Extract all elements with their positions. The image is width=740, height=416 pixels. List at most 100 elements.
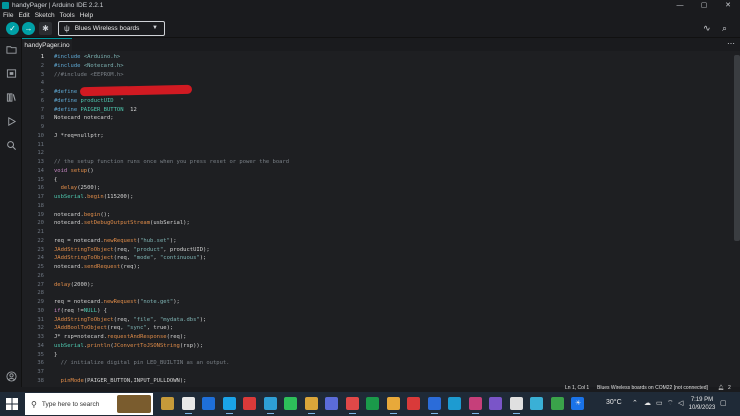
taskbar-app-icon[interactable]: [550, 397, 564, 410]
taskbar-app-icon[interactable]: [448, 397, 461, 410]
code-token: notecard.: [54, 264, 84, 270]
taskbar-app-icon[interactable]: [263, 397, 277, 414]
check-icon: ✓: [9, 24, 16, 33]
search-icon[interactable]: [5, 139, 17, 151]
code-line[interactable]: #define PAIGER_BUTTON 12: [54, 106, 724, 115]
code-line[interactable]: delay(2500);: [54, 184, 724, 193]
code-line[interactable]: notecard.setDebugOutputStream(usbSerial)…: [54, 219, 724, 228]
taskbar-app-icon[interactable]: [530, 397, 543, 410]
taskbar-app-icon[interactable]: [222, 397, 236, 414]
taskbar-app-icon[interactable]: [304, 397, 318, 414]
code-lines[interactable]: #include <Arduino.h> #include <Notecard.h…: [54, 53, 724, 386]
code-line[interactable]: [54, 202, 724, 211]
taskbar-app-icon[interactable]: [366, 397, 379, 410]
code-line[interactable]: delay(2000);: [54, 281, 724, 290]
code-line[interactable]: J *req=nullptr;: [54, 132, 724, 141]
code-line[interactable]: if(req !=NULL) {: [54, 307, 724, 316]
code-line[interactable]: }: [54, 351, 724, 360]
code-line[interactable]: notecard.sendRequest(req);: [54, 263, 724, 272]
code-line[interactable]: Notecard notecard;: [54, 114, 724, 123]
code-line[interactable]: req = notecard.newRequest("note.get");: [54, 298, 724, 307]
taskbar-app-icon[interactable]: [161, 397, 174, 410]
menu-tools[interactable]: Tools: [60, 12, 75, 19]
code-line[interactable]: [54, 141, 724, 150]
maximize-button[interactable]: ▢: [692, 0, 716, 10]
menu-help[interactable]: Help: [80, 12, 93, 19]
code-line[interactable]: #include <Notecard.h>: [54, 62, 724, 71]
tab-handypager[interactable]: handyPager.ino: [22, 38, 72, 51]
wifi-icon[interactable]: ⌔: [667, 399, 674, 408]
code-line[interactable]: JAddStringToObject(req, "mode", "continu…: [54, 254, 724, 263]
debug-sidebar-icon[interactable]: [5, 115, 17, 127]
code-line[interactable]: req = notecard.newRequest("hub.set");: [54, 237, 724, 246]
serial-monitor-icon[interactable]: ⌕: [722, 23, 727, 34]
arrow-right-icon: →: [24, 24, 33, 33]
board-port-status[interactable]: Blues Wireless boards on COM22 [not conn…: [597, 385, 708, 391]
system-clock[interactable]: 7:19 PM 10/9/2023: [687, 396, 717, 412]
code-line[interactable]: [54, 272, 724, 281]
volume-icon[interactable]: ◁: [678, 399, 683, 407]
taskbar-app-icon[interactable]: [407, 397, 420, 410]
cursor-position[interactable]: Ln 1, Col 1: [565, 385, 589, 391]
board-selector[interactable]: ψ Blues Wireless boards ▼: [58, 21, 165, 36]
code-token: JAddStringToObject: [54, 246, 114, 253]
close-button[interactable]: ✕: [716, 0, 740, 10]
code-line[interactable]: JAddBoolToObject(req, "sync", true);: [54, 324, 724, 333]
menu-edit[interactable]: Edit: [18, 12, 29, 19]
windows-start-icon[interactable]: [6, 398, 18, 410]
code-line[interactable]: notecard.begin();: [54, 211, 724, 220]
taskbar-app-icon[interactable]: [345, 397, 359, 414]
menu-sketch[interactable]: Sketch: [35, 12, 55, 19]
weather-icon[interactable]: ☀: [575, 399, 581, 407]
code-line[interactable]: usbSerial.begin(115200);: [54, 193, 724, 202]
minimize-button[interactable]: —: [668, 0, 692, 10]
boards-manager-icon[interactable]: [5, 67, 17, 79]
code-line[interactable]: [54, 289, 724, 298]
code-line[interactable]: JAddStringToObject(req, "product", produ…: [54, 246, 724, 255]
taskbar-app-icon[interactable]: [181, 397, 195, 414]
code-line[interactable]: void setup(): [54, 167, 724, 176]
code-line[interactable]: [54, 149, 724, 158]
taskbar-app-icon[interactable]: [202, 397, 215, 410]
taskbar-app-icon[interactable]: [468, 397, 482, 414]
taskbar-app-icon[interactable]: [386, 397, 400, 414]
taskbar-app-icon[interactable]: [489, 397, 502, 410]
chevron-up-icon[interactable]: ⌃: [632, 399, 638, 407]
code-line[interactable]: #define productUID ": [54, 97, 724, 106]
library-manager-icon[interactable]: [5, 91, 17, 103]
notification-bell-icon[interactable]: 🔔︎: [718, 385, 724, 391]
code-line[interactable]: //#include <EEPROM.h>: [54, 71, 724, 80]
code-line[interactable]: // initialize digital pin LED_BUILTIN as…: [54, 359, 724, 368]
folder-icon[interactable]: [5, 43, 17, 55]
verify-button[interactable]: ✓: [6, 22, 19, 35]
vertical-scrollbar[interactable]: [734, 55, 740, 241]
code-line[interactable]: [54, 368, 724, 377]
network-icon[interactable]: ▭: [656, 399, 663, 407]
ellipsis-icon[interactable]: ⋯: [727, 39, 735, 48]
code-line[interactable]: // the setup function runs once when you…: [54, 158, 724, 167]
action-center-icon[interactable]: ▢: [720, 399, 727, 407]
taskbar-search[interactable]: ⚲ Type here to search: [25, 393, 153, 415]
account-icon[interactable]: [5, 370, 17, 382]
debug-button[interactable]: ✱: [39, 22, 52, 35]
code-token: "file": [133, 316, 154, 323]
taskbar-app-icon[interactable]: [427, 397, 441, 414]
menu-file[interactable]: File: [3, 12, 13, 19]
taskbar-app-icon[interactable]: [243, 397, 256, 410]
weather-temp[interactable]: 30°C: [606, 399, 622, 406]
code-line[interactable]: {: [54, 176, 724, 185]
code-line[interactable]: #include <Arduino.h>: [54, 53, 724, 62]
code-line[interactable]: usbSerial.println(JConvertToJSONString(r…: [54, 342, 724, 351]
taskbar-app-icon[interactable]: [509, 397, 523, 414]
line-number: 9: [40, 124, 44, 130]
code-editor[interactable]: 1 2 3 4 5 6 7 8 9 10 11 12 13 14 15 16 17 18 19 20 21 22 23 24 2…: [22, 51, 740, 387]
taskbar-app-icon[interactable]: [284, 397, 297, 410]
cloud-icon[interactable]: ☁: [644, 399, 651, 407]
upload-button[interactable]: →: [22, 22, 35, 35]
code-line[interactable]: J* rsp=notecard.requestAndResponse(req);: [54, 333, 724, 342]
taskbar-app-icon[interactable]: [325, 397, 338, 410]
code-line[interactable]: JAddStringToObject(req, "file", "mydata.…: [54, 316, 724, 325]
code-line[interactable]: [54, 228, 724, 237]
serial-plotter-icon[interactable]: ∿: [703, 23, 711, 34]
code-line[interactable]: [54, 123, 724, 132]
